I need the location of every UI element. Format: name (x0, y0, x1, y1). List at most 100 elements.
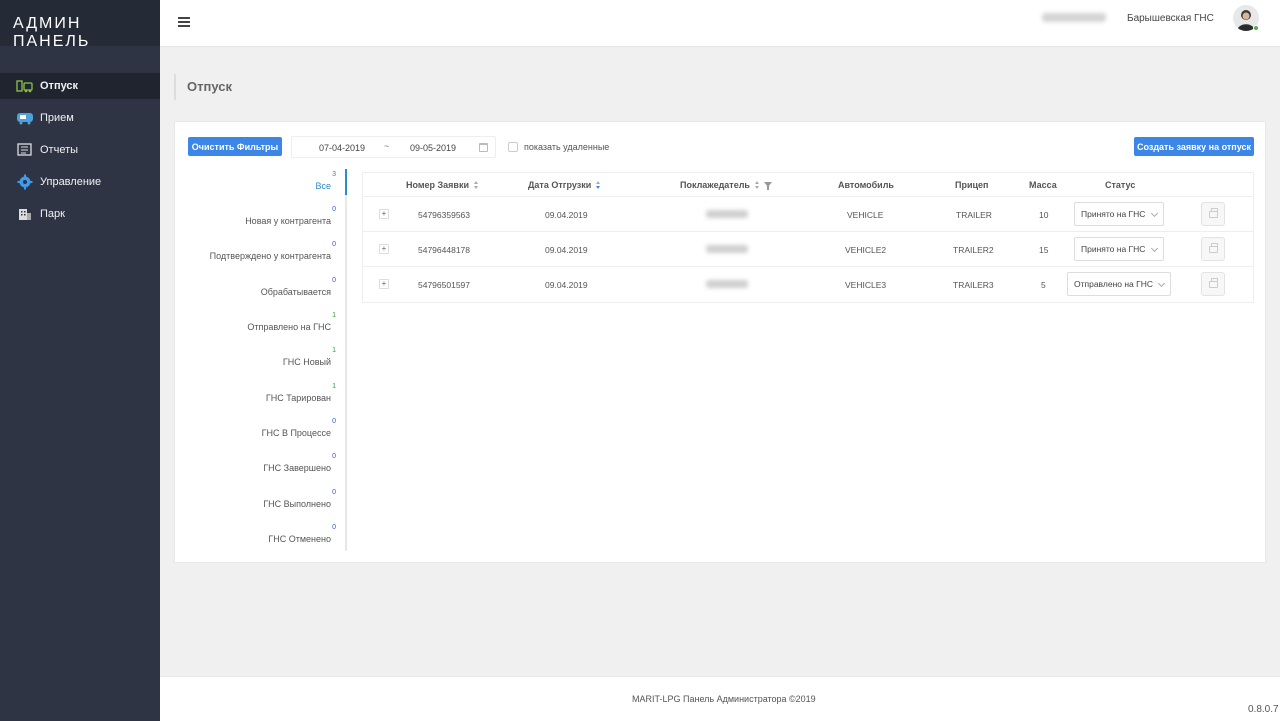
filter-count: 0 (332, 453, 336, 460)
filter-count: 0 (332, 524, 336, 531)
column-header-status: Статус (1105, 180, 1136, 190)
table-row: + 54796501597 09.04.2019 VEHICLE3 TRAILE… (363, 267, 1253, 302)
requests-table: Номер Заявки Дата Отгрузки Поклажедатель… (362, 172, 1254, 303)
column-header-number[interactable]: Номер Заявки (406, 180, 479, 190)
shipment-date: 09.04.2019 (545, 245, 588, 255)
filter-count: 1 (332, 383, 336, 390)
filter-funnel-icon[interactable] (763, 181, 772, 190)
station-name[interactable]: Барышевская ГНС (1127, 13, 1214, 24)
sidebar-item-upravlenie[interactable]: Управление (0, 169, 160, 195)
create-request-button[interactable]: Создать заявку на отпуск (1134, 137, 1254, 156)
column-header-vehicle: Автомобиль (838, 180, 894, 190)
shipment-date: 09.04.2019 (545, 280, 588, 290)
sidebar-item-priem[interactable]: Прием (0, 105, 160, 131)
status-filter-list: 3 Все 0 Новая у контрагента 0 Подтвержде… (189, 169, 347, 551)
table-header: Номер Заявки Дата Отгрузки Поклажедатель… (363, 173, 1253, 197)
trailer: TRAILER3 (953, 280, 994, 290)
sort-icon[interactable] (474, 181, 479, 190)
vehicle: VEHICLE2 (845, 245, 887, 255)
request-number: 54796359563 (418, 210, 471, 220)
filter-label: ГНС Отменено (268, 534, 331, 544)
main-card: Очистить Фильтры 07-04-2019 ~ 09-05-2019… (174, 121, 1266, 563)
sidebar-nav: Отпуск Прием Отчеты Управление Парк (0, 73, 160, 227)
filter-count: 3 (332, 171, 336, 178)
expand-row-button[interactable]: + (379, 279, 389, 289)
title-divider (240, 86, 1256, 87)
status-select[interactable]: Отправлено на ГНС (1067, 272, 1171, 296)
top-header: Барышевская ГНС (160, 0, 1280, 47)
status-select[interactable]: Принято на ГНС (1074, 202, 1164, 226)
report-icon (16, 142, 34, 158)
app-version: 0.8.0.7 (1248, 704, 1279, 715)
column-header-customer[interactable]: Поклажедатель (680, 180, 772, 190)
gear-icon (16, 174, 34, 190)
sidebar-item-otchety[interactable]: Отчеты (0, 137, 160, 163)
customer-name-redacted (706, 280, 748, 288)
filter-label: ГНС Завершено (263, 463, 331, 473)
date-from-input[interactable]: 07-04-2019 (319, 143, 365, 153)
chevron-down-icon (1150, 244, 1159, 253)
filter-count: 0 (332, 418, 336, 425)
page-title-bar: Отпуск (174, 74, 1266, 100)
print-button[interactable] (1201, 272, 1225, 296)
sidebar-item-label: Отчеты (40, 144, 79, 156)
table-row: + 54796359563 09.04.2019 VEHICLE TRAILER… (363, 197, 1253, 232)
sort-icon[interactable] (754, 181, 760, 190)
print-button[interactable] (1201, 202, 1225, 226)
truck-icon (16, 110, 34, 126)
printer-icon (1208, 207, 1218, 218)
show-deleted-label[interactable]: показать удаленные (524, 142, 609, 152)
sidebar-item-park[interactable]: Парк (0, 201, 160, 227)
page-title: Отпуск (187, 79, 232, 94)
trailer: TRAILER (956, 210, 992, 220)
filter-label: Обрабатывается (260, 287, 331, 297)
trailer: TRAILER2 (953, 245, 994, 255)
date-range-picker[interactable]: 07-04-2019 ~ 09-05-2019 (291, 136, 496, 158)
sidebar-item-label: Парк (40, 208, 65, 220)
filter-label: ГНС В Процессе (261, 428, 331, 438)
chevron-down-icon (1157, 279, 1166, 288)
column-label: Номер Заявки (406, 180, 470, 190)
online-status-dot (1253, 25, 1259, 31)
sidebar-item-label: Управление (40, 176, 102, 188)
expand-row-button[interactable]: + (379, 244, 389, 254)
filter-label: ГНС Тарирован (265, 393, 331, 403)
status-select[interactable]: Принято на ГНС (1074, 237, 1164, 261)
status-value: Принято на ГНС (1081, 244, 1146, 254)
brand-title: АДМИН ПАНЕЛЬ (0, 0, 160, 50)
filter-count: 0 (332, 206, 336, 213)
column-header-trailer: Прицеп (955, 180, 989, 190)
show-deleted-checkbox[interactable] (508, 142, 518, 152)
filter-label: Новая у контрагента (245, 216, 331, 226)
sidebar-item-label: Прием (40, 112, 74, 124)
mass: 5 (1041, 280, 1046, 290)
date-separator: ~ (384, 141, 390, 151)
footer: MARIT-LPG Панель Администратора ©2019 (160, 676, 1280, 721)
column-header-date[interactable]: Дата Отгрузки (528, 180, 601, 190)
filter-label: Все (315, 181, 331, 191)
request-number: 54796501597 (418, 280, 471, 290)
active-filter-indicator (345, 169, 347, 195)
customer-name-redacted (706, 245, 748, 253)
print-button[interactable] (1201, 237, 1225, 261)
vehicle: VEHICLE3 (845, 280, 887, 290)
hamburger-menu-icon[interactable] (178, 17, 190, 27)
filter-count: 0 (332, 489, 336, 496)
chevron-down-icon (1150, 209, 1159, 218)
sidebar-item-otpusk[interactable]: Отпуск (0, 73, 160, 99)
clear-filters-button[interactable]: Очистить Фильтры (188, 137, 282, 156)
filter-count: 0 (332, 241, 336, 248)
request-number: 54796448178 (418, 245, 471, 255)
calendar-icon[interactable] (479, 143, 488, 152)
filter-label: Отправлено на ГНС (247, 322, 331, 332)
filter-label: ГНС Новый (282, 357, 331, 367)
status-value: Принято на ГНС (1081, 209, 1146, 219)
expand-row-button[interactable]: + (379, 209, 389, 219)
date-to-input[interactable]: 09-05-2019 (410, 143, 456, 153)
sort-icon[interactable] (596, 181, 601, 190)
filter-count: 0 (332, 277, 336, 284)
shipment-date: 09.04.2019 (545, 210, 588, 220)
mass: 10 (1039, 210, 1049, 220)
table-row: + 54796448178 09.04.2019 VEHICLE2 TRAILE… (363, 232, 1253, 267)
status-value: Отправлено на ГНС (1074, 279, 1154, 289)
